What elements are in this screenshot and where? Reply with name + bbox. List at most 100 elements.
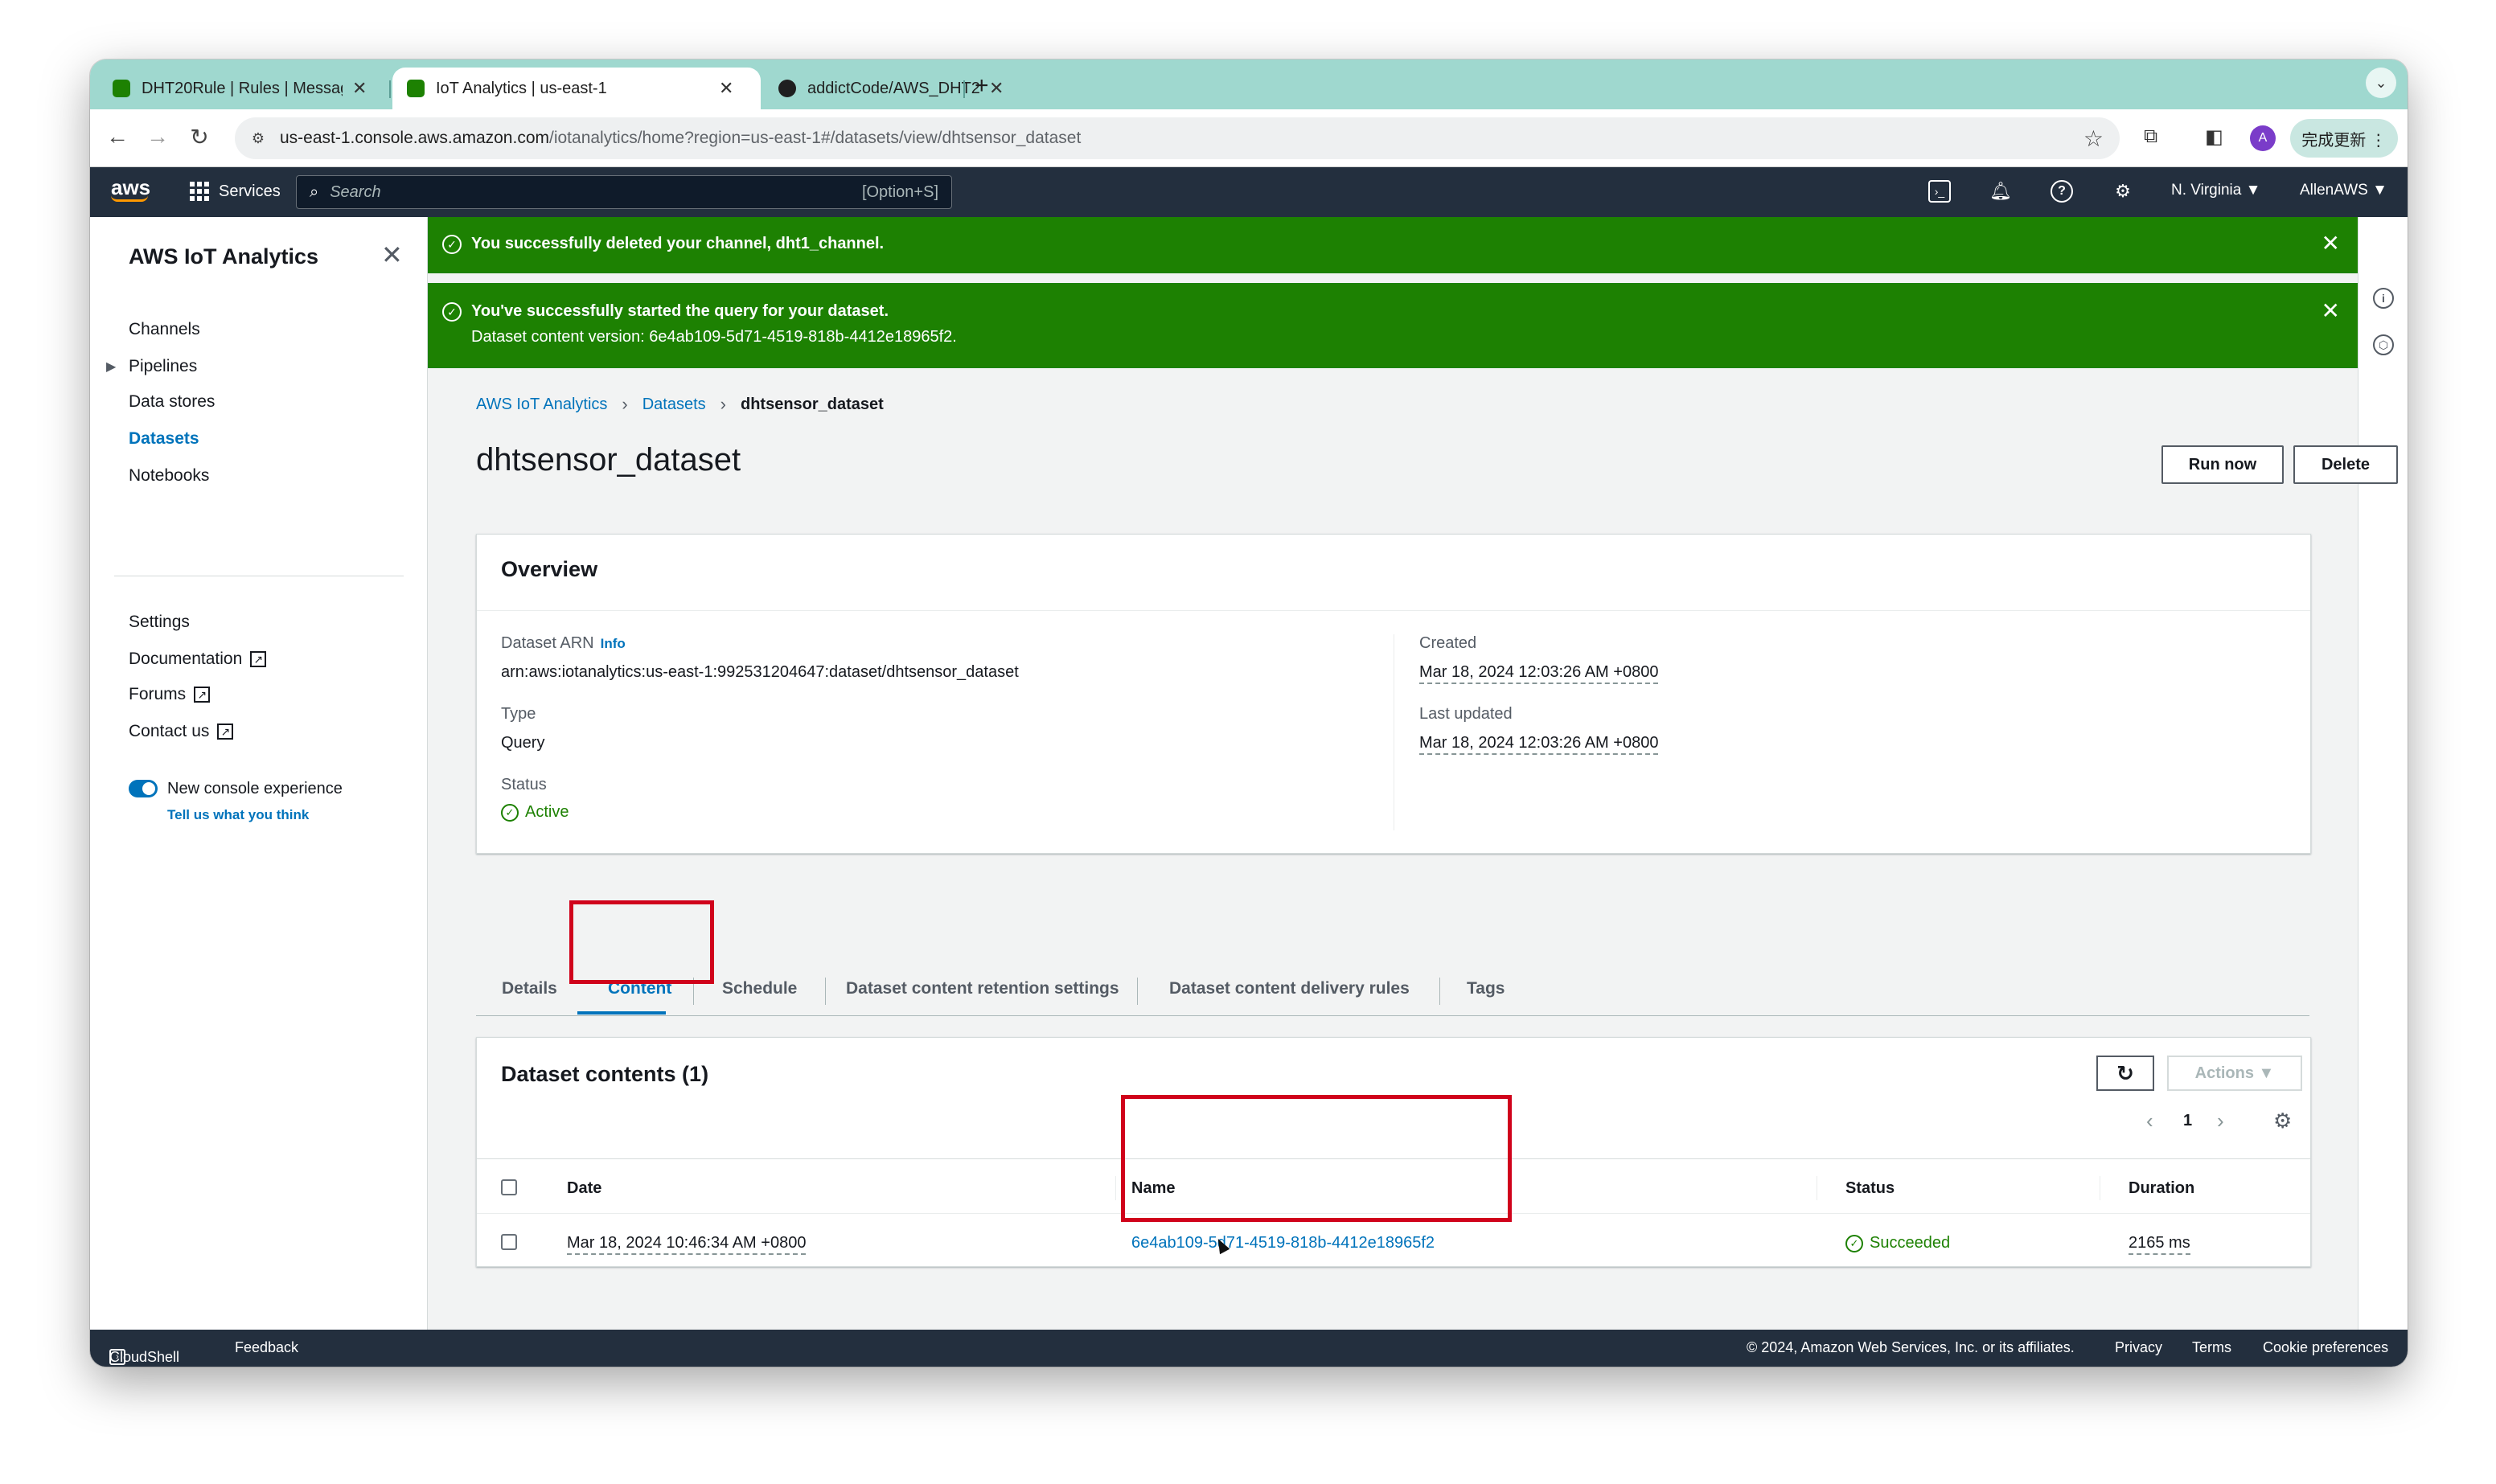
reload-icon[interactable]: ↻: [185, 124, 214, 150]
side-navigation: AWS IoT Analytics ✕ Channels ▶ Pipelines…: [90, 217, 428, 1330]
arn-label: Dataset ARN Info: [501, 634, 626, 653]
tab-details[interactable]: Details: [502, 979, 557, 998]
services-menu[interactable]: Services: [190, 182, 281, 201]
privacy-link[interactable]: Privacy: [2115, 1339, 2162, 1356]
refresh-icon[interactable]: ↻: [2096, 1056, 2154, 1091]
documentation-label: Documentation: [129, 650, 243, 668]
row-name-link[interactable]: 6e4ab109-5d71-4519-818b-4412e18965f2: [1131, 1234, 1435, 1252]
row-duration: 2165 ms: [2129, 1234, 2190, 1255]
service-title: AWS IoT Analytics: [129, 244, 319, 269]
breadcrumb: AWS IoT Analytics › Datasets › dhtsensor…: [476, 394, 884, 415]
tab-divider: [1137, 978, 1138, 1005]
external-link-icon: ↗: [250, 651, 267, 667]
breadcrumb-datasets[interactable]: Datasets: [642, 396, 706, 414]
aws-logo-text: aws: [111, 175, 151, 199]
sidebar-item-contact-us[interactable]: Contact us ↗: [129, 722, 234, 741]
delete-button[interactable]: Delete: [2293, 445, 2398, 484]
preferences-gear-icon[interactable]: ⚙: [2273, 1109, 2292, 1133]
feedback-link[interactable]: Feedback: [235, 1339, 298, 1356]
site-settings-icon[interactable]: ⚙: [246, 126, 270, 150]
aws-logo[interactable]: aws: [111, 175, 150, 202]
row-date: Mar 18, 2024 10:46:34 AM +0800: [567, 1234, 807, 1255]
info-link[interactable]: Info: [601, 636, 626, 651]
type-value: Query: [501, 734, 545, 752]
created-label: Created: [1419, 634, 1477, 652]
sidebar-item-documentation[interactable]: Documentation ↗: [129, 650, 267, 669]
terms-link[interactable]: Terms: [2192, 1339, 2231, 1356]
tools-panel-icon[interactable]: ⬡: [2373, 334, 2394, 355]
sidebar-item-channels[interactable]: Channels: [129, 320, 200, 339]
sidebar-item-notebooks[interactable]: Notebooks: [129, 466, 209, 486]
search-icon: ⌕: [310, 182, 319, 201]
select-all-checkbox[interactable]: [501, 1179, 517, 1195]
forums-label: Forums: [129, 685, 187, 703]
cookie-preferences-link[interactable]: Cookie preferences: [2263, 1339, 2388, 1356]
column-header-date[interactable]: Date: [567, 1179, 601, 1198]
chevron-right-icon: ›: [622, 394, 628, 414]
close-sidebar-icon[interactable]: ✕: [381, 240, 403, 270]
dataset-tabs: Details Content Schedule Dataset content…: [476, 965, 2309, 1016]
contact-us-label: Contact us: [129, 722, 210, 740]
forward-arrow-icon[interactable]: →: [143, 124, 172, 150]
cloudshell-label: CloudShell: [109, 1349, 180, 1365]
overview-heading: Overview: [501, 557, 598, 581]
tab-search-chevron-icon[interactable]: ⌄: [2366, 68, 2396, 98]
sidebar-item-datasets[interactable]: Datasets: [129, 429, 199, 449]
breadcrumb-current: dhtsensor_dataset: [740, 395, 884, 413]
content-tab-highlight: [569, 900, 714, 984]
card-divider: [477, 610, 2310, 611]
browser-tab-rules[interactable]: DHT20Rule | Rules | Message ✕: [98, 68, 381, 109]
toggle-label: New console experience: [167, 780, 343, 797]
aws-favicon-icon: [407, 80, 425, 97]
main-content: AWS IoT Analytics › Datasets › dhtsensor…: [428, 59, 2398, 1267]
active-tab-indicator: [577, 1011, 666, 1015]
last-updated-label: Last updated: [1419, 705, 1513, 723]
actions-dropdown[interactable]: Actions ▼: [2167, 1056, 2302, 1091]
services-label: Services: [219, 182, 281, 200]
tab-schedule[interactable]: Schedule: [722, 979, 797, 998]
check-circle-icon: ✓: [501, 803, 519, 822]
tab-divider: [825, 978, 826, 1005]
back-arrow-icon[interactable]: ←: [103, 124, 132, 150]
copyright-text: © 2024, Amazon Web Services, Inc. or its…: [1747, 1339, 2075, 1355]
tell-us-link[interactable]: Tell us what you think: [167, 807, 309, 823]
close-tab-icon[interactable]: ✕: [352, 78, 367, 99]
name-column-highlight: [1121, 1095, 1512, 1222]
run-now-button[interactable]: Run now: [2161, 445, 2284, 484]
tab-title: DHT20Rule | Rules | Message: [142, 79, 343, 97]
page-title: dhtsensor_dataset: [476, 442, 741, 478]
aws-favicon-icon: [113, 80, 130, 97]
tab-delivery-rules[interactable]: Dataset content delivery rules: [1169, 979, 1410, 998]
sidebar-item-settings[interactable]: Settings: [129, 613, 190, 632]
tab-retention-settings[interactable]: Dataset content retention settings: [846, 979, 1119, 998]
sidebar-item-pipelines[interactable]: Pipelines: [129, 357, 197, 376]
row-status-text: Succeeded: [1870, 1234, 1951, 1252]
prev-page-icon[interactable]: ‹: [2146, 1109, 2153, 1133]
next-page-icon[interactable]: ›: [2217, 1109, 2224, 1133]
tab-divider: [1439, 978, 1440, 1005]
page-number[interactable]: 1: [2183, 1112, 2192, 1130]
column-header-status[interactable]: Status: [1845, 1179, 1895, 1198]
created-value: Mar 18, 2024 12:03:26 AM +0800: [1419, 663, 1659, 684]
arn-label-text: Dataset ARN: [501, 634, 594, 652]
row-checkbox[interactable]: [501, 1234, 517, 1250]
console-footer: › CloudShell Feedback © 2024, Amazon Web …: [90, 1330, 2408, 1367]
sidebar-item-forums[interactable]: Forums ↗: [129, 685, 211, 704]
new-console-toggle[interactable]: [129, 780, 158, 797]
browser-window: DHT20Rule | Rules | Message ✕ IoT Analyt…: [90, 59, 2408, 1367]
grid-icon: [190, 182, 209, 201]
overview-card: Overview Dataset ARN Info arn:aws:iotanal…: [476, 534, 2311, 854]
column-separator: [1115, 1176, 1116, 1200]
expand-caret-icon[interactable]: ▶: [106, 359, 116, 375]
status-value: ✓ Active: [501, 803, 569, 822]
breadcrumb-iot-analytics[interactable]: AWS IoT Analytics: [476, 396, 607, 414]
check-circle-icon: ✓: [1845, 1234, 1863, 1252]
status-label: Status: [501, 776, 547, 793]
tab-tags[interactable]: Tags: [1467, 979, 1505, 998]
right-tools-rail: i ⬡: [2358, 217, 2408, 1330]
status-text: Active: [525, 803, 569, 821]
sidebar-item-data-stores[interactable]: Data stores: [129, 392, 215, 412]
row-status: ✓ Succeeded: [1845, 1234, 1950, 1252]
column-header-duration[interactable]: Duration: [2129, 1179, 2194, 1198]
info-panel-icon[interactable]: i: [2373, 288, 2394, 309]
